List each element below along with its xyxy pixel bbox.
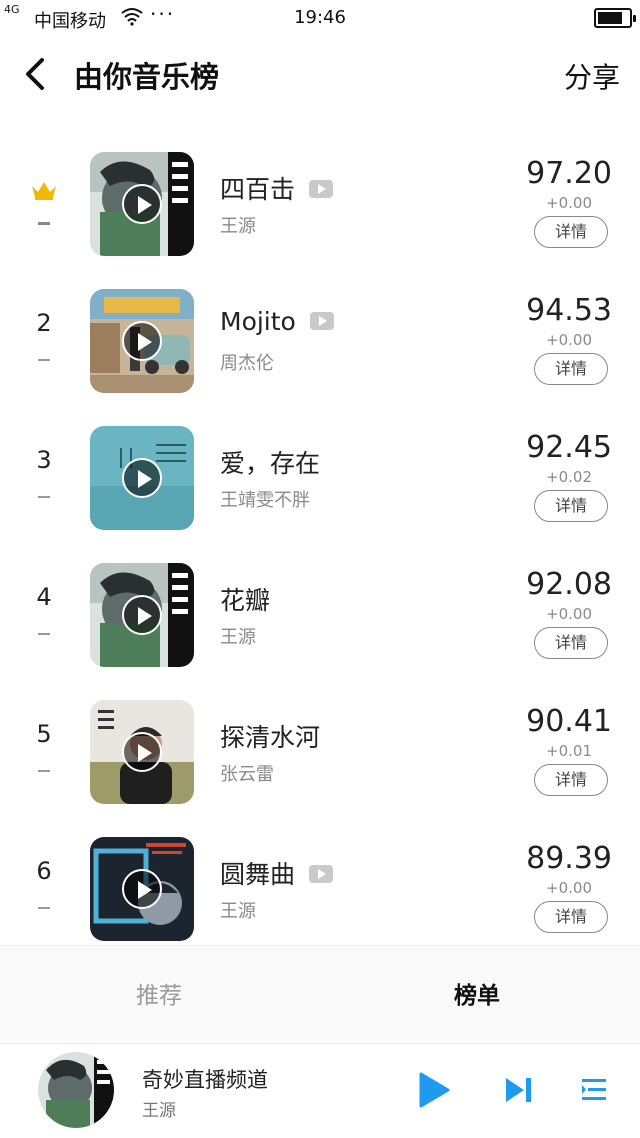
score-change: +0.02 — [546, 468, 592, 486]
now-playing-title: 奇妙直播频道 — [142, 1068, 268, 1092]
song-title: 爱，存在 — [220, 449, 321, 478]
song-title: Mojito — [220, 307, 334, 336]
rank-number: 6 — [36, 857, 52, 885]
next-button[interactable] — [504, 1076, 534, 1104]
clock: 19:46 — [294, 7, 346, 28]
tab-bar: 推荐 榜单 — [0, 945, 640, 1041]
song-title: 探清水河 — [220, 723, 321, 752]
score-value: 94.53 — [526, 293, 612, 328]
rank-number: 2 — [36, 309, 52, 337]
rank-trend — [38, 496, 50, 498]
rank-trend — [38, 907, 50, 909]
song-title: 四百击 — [220, 170, 334, 206]
play-icon[interactable] — [122, 321, 162, 361]
now-playing-cover[interactable] — [38, 1052, 114, 1128]
score-value: 92.45 — [526, 430, 612, 465]
rank-trend — [38, 770, 50, 772]
detail-button[interactable]: 详情 — [534, 764, 608, 796]
rank-number: 5 — [36, 720, 52, 748]
back-arrow-icon — [26, 58, 44, 90]
detail-button[interactable]: 详情 — [534, 901, 608, 933]
chart-row[interactable]: 四百击 王源 97.20 +0.00 详情 — [0, 120, 640, 257]
chart-row[interactable]: 2 Mojito 周杰伦 94.53 +0.00 详情 — [0, 257, 640, 394]
album-cover[interactable] — [90, 426, 194, 530]
mv-icon[interactable] — [309, 865, 334, 883]
song-title: 花瓣 — [220, 586, 271, 615]
detail-button[interactable]: 详情 — [534, 627, 608, 659]
artist-name: 王源 — [220, 901, 256, 922]
mini-player[interactable]: 奇妙直播频道 王源 — [0, 1043, 640, 1138]
share-button[interactable]: 分享 — [564, 56, 620, 96]
tab-chart[interactable]: 榜单 — [454, 976, 500, 1010]
rank-trend — [38, 633, 50, 635]
play-icon[interactable] — [122, 869, 162, 909]
artist-name: 王源 — [220, 216, 256, 237]
page-title: 由你音乐榜 — [74, 60, 220, 94]
score-value: 92.08 — [526, 567, 612, 602]
next-track-icon — [506, 1078, 531, 1102]
rank-trend — [38, 222, 50, 225]
album-cover[interactable] — [90, 837, 194, 941]
score-change: +0.00 — [546, 605, 592, 623]
play-icon[interactable] — [122, 595, 162, 635]
rank-number: 3 — [36, 446, 52, 474]
play-icon[interactable] — [122, 732, 162, 772]
score-change: +0.00 — [546, 194, 592, 212]
artist-name: 王源 — [220, 627, 256, 648]
mv-icon[interactable] — [309, 312, 334, 330]
song-title: 圆舞曲 — [220, 855, 334, 891]
score-change: +0.01 — [546, 742, 592, 760]
play-button[interactable] — [418, 1072, 450, 1108]
chart-row[interactable]: 4 花瓣 王源 92.08 +0.00 详情 — [0, 531, 640, 668]
mv-icon[interactable] — [309, 180, 334, 198]
album-cover[interactable] — [90, 700, 194, 804]
album-cover[interactable] — [90, 152, 194, 256]
score-value: 90.41 — [526, 704, 612, 739]
rank-number: 4 — [36, 583, 52, 611]
play-icon[interactable] — [122, 184, 162, 224]
playlist-button[interactable] — [580, 1076, 608, 1104]
album-cover[interactable] — [90, 289, 194, 393]
score-value: 89.39 — [526, 841, 612, 876]
playlist-icon — [582, 1079, 606, 1100]
back-button[interactable] — [20, 54, 56, 94]
artist-name: 周杰伦 — [220, 353, 274, 374]
detail-button[interactable]: 详情 — [534, 353, 608, 385]
artist-name: 王靖雯不胖 — [220, 490, 310, 511]
battery-icon — [594, 8, 636, 28]
crown-icon — [30, 180, 58, 204]
rank-trend — [38, 359, 50, 361]
album-cover[interactable] — [90, 563, 194, 667]
chart-row[interactable]: 6 圆舞曲 王源 89.39 +0.00 详情 — [0, 805, 640, 942]
now-playing-artist: 王源 — [142, 1101, 176, 1121]
artist-name: 张云雷 — [220, 764, 274, 785]
detail-button[interactable]: 详情 — [534, 216, 608, 248]
score-change: +0.00 — [546, 879, 592, 897]
play-icon[interactable] — [122, 458, 162, 498]
play-icon — [419, 1072, 450, 1108]
detail-button[interactable]: 详情 — [534, 490, 608, 522]
chart-row[interactable]: 5 探清水河 张云雷 90.41 +0.01 详情 — [0, 668, 640, 805]
score-change: +0.00 — [546, 331, 592, 349]
tab-recommend[interactable]: 推荐 — [136, 976, 182, 1010]
chart-list: 四百击 王源 97.20 +0.00 详情 2 Mojito 周杰伦 94.53 — [0, 120, 640, 942]
status-bar: 4G 中国移动 ··· 19:46 — [0, 0, 640, 36]
score-value: 97.20 — [526, 156, 612, 191]
chart-row[interactable]: 3 爱，存在 王靖雯不胖 92.45 +0.02 详情 — [0, 394, 640, 531]
header: 由你音乐榜 分享 — [0, 40, 640, 108]
